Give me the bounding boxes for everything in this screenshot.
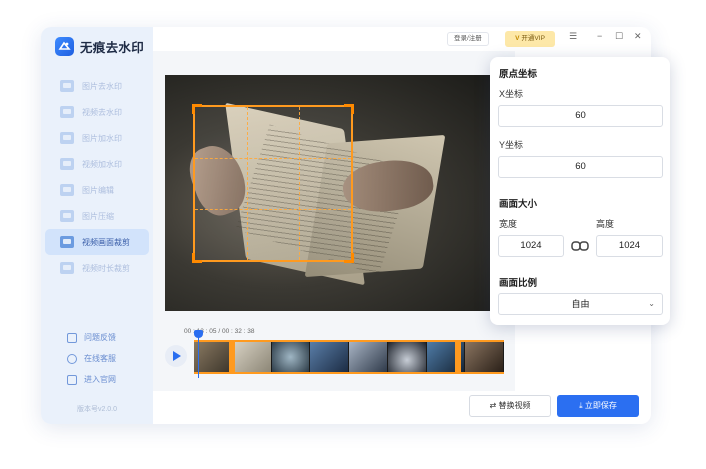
trim-handle-left[interactable] — [229, 340, 235, 374]
sidebar-item-video-remove-watermark[interactable]: 视频去水印 — [45, 99, 149, 125]
link-ratio-icon[interactable] — [571, 240, 589, 252]
version-text: 版本号v2.0.0 — [76, 406, 118, 413]
height-label: 高度 — [596, 219, 615, 229]
crop-properties-panel: 原点坐标 X坐标 60 Y坐标 60 画面大小 宽度 高度 1024 1024 … — [490, 57, 670, 325]
ratio-select[interactable]: 自由 ⌄ — [498, 293, 663, 315]
link-label: 在线客服 — [84, 354, 116, 363]
trim-handle-right[interactable] — [455, 340, 461, 374]
timeline-thumbnail — [387, 342, 427, 372]
sidebar-item-label: 图片去水印 — [82, 81, 122, 91]
sidebar: 无痕去水印 图片去水印 视频去水印 图片加水印 视频加水印 图片编辑 图片压缩 … — [41, 27, 153, 424]
y-input[interactable]: 60 — [498, 156, 663, 178]
close-icon[interactable]: ✕ — [634, 31, 642, 42]
sidebar-item-image-compress[interactable]: 图片压缩 — [45, 203, 149, 229]
crop-grid-line — [298, 107, 300, 260]
video-icon — [60, 106, 74, 118]
sidebar-item-label: 视频去水印 — [82, 107, 122, 117]
timeline-thumbnail — [232, 342, 272, 372]
sidebar-item-label: 视频时长裁剪 — [82, 263, 130, 273]
sidebar-item-label: 图片编辑 — [82, 185, 114, 195]
sidebar-nav: 图片去水印 视频去水印 图片加水印 视频加水印 图片编辑 图片压缩 视频画面裁剪… — [45, 73, 149, 281]
feedback-link[interactable]: 问题反馈 — [67, 327, 116, 348]
width-input[interactable]: 1024 — [498, 235, 564, 257]
chevron-down-icon: ⌄ — [648, 299, 655, 308]
x-label: X坐标 — [499, 89, 524, 99]
vip-button[interactable]: V 开通VIP — [505, 31, 555, 47]
crop-handle-bottom-right[interactable] — [344, 253, 354, 263]
sidebar-item-label: 视频画面裁剪 — [82, 237, 130, 247]
crop-grid-line — [195, 208, 351, 210]
vip-label: 开通VIP — [521, 35, 545, 42]
sidebar-item-video-trim[interactable]: 视频时长裁剪 — [45, 255, 149, 281]
timeline-thumbnail — [310, 342, 349, 372]
video-add-icon — [60, 158, 74, 170]
trim-icon — [60, 262, 74, 274]
sidebar-item-video-add-watermark[interactable]: 视频加水印 — [45, 151, 149, 177]
sidebar-item-label: 视频加水印 — [82, 159, 122, 169]
crop-grid-line — [246, 107, 248, 260]
vip-mark-icon: V — [515, 35, 520, 42]
image-icon — [60, 80, 74, 92]
app-logo-icon — [55, 37, 74, 56]
support-link[interactable]: 在线客服 — [67, 348, 116, 369]
origin-title: 原点坐标 — [499, 69, 538, 80]
save-now-button[interactable]: ⤓ 立即保存 — [557, 395, 639, 417]
sidebar-links: 问题反馈 在线客服 进入官网 — [67, 327, 116, 390]
replace-video-label: 替换视频 — [498, 401, 531, 410]
crop-grid-line — [195, 157, 351, 159]
playhead[interactable] — [194, 330, 203, 378]
link-label: 问题反馈 — [84, 333, 116, 342]
crop-icon — [60, 236, 74, 248]
crop-handle-top-left[interactable] — [192, 104, 202, 114]
top-bar: 登录/注册 V 开通VIP ☰ − ☐ ✕ — [153, 27, 651, 51]
y-label: Y坐标 — [499, 140, 524, 150]
crop-handle-top-right[interactable] — [344, 104, 354, 114]
sidebar-item-label: 图片压缩 — [82, 211, 114, 221]
login-button[interactable]: 登录/注册 — [447, 32, 489, 46]
sidebar-item-video-crop[interactable]: 视频画面裁剪 — [45, 229, 149, 255]
feedback-icon — [67, 332, 77, 343]
sidebar-item-image-add-watermark[interactable]: 图片加水印 — [45, 125, 149, 151]
play-button[interactable] — [165, 345, 187, 367]
time-separator: / — [218, 328, 221, 335]
image-edit-icon — [60, 184, 74, 196]
timeline-thumbnail — [349, 342, 388, 372]
maximize-icon[interactable]: ☐ — [615, 31, 623, 42]
website-link[interactable]: 进入官网 — [67, 369, 116, 390]
sidebar-item-image-edit[interactable]: 图片编辑 — [45, 177, 149, 203]
ratio-value: 自由 — [571, 299, 590, 309]
x-input[interactable]: 60 — [498, 105, 663, 127]
sidebar-item-label: 图片加水印 — [82, 133, 122, 143]
timeline-thumbnail — [194, 342, 233, 372]
sidebar-item-image-remove-watermark[interactable]: 图片去水印 — [45, 73, 149, 99]
support-icon — [67, 353, 77, 364]
app-name: 无痕去水印 — [80, 41, 145, 55]
timeline-thumbnail — [465, 342, 504, 372]
size-title: 画面大小 — [499, 199, 538, 210]
width-label: 宽度 — [499, 219, 518, 229]
link-label: 进入官网 — [84, 375, 116, 384]
height-input[interactable]: 1024 — [596, 235, 663, 257]
save-now-label: 立即保存 — [584, 401, 617, 410]
image-add-icon — [60, 132, 74, 144]
compress-icon — [60, 210, 74, 222]
crop-handle-bottom-left[interactable] — [192, 253, 202, 263]
minimize-icon[interactable]: − — [597, 31, 602, 41]
website-icon — [67, 374, 77, 385]
video-preview — [165, 75, 493, 311]
stage: 无痕去水印 图片去水印 视频去水印 图片加水印 视频加水印 图片编辑 图片压缩 … — [0, 0, 706, 469]
ratio-title: 画面比例 — [499, 278, 538, 289]
replace-video-button[interactable]: ⇄ 替换视频 — [469, 395, 551, 417]
brand: 无痕去水印 — [55, 37, 144, 56]
timeline-thumbnail — [271, 342, 311, 372]
menu-icon[interactable]: ☰ — [569, 31, 577, 42]
crop-box[interactable] — [192, 104, 354, 263]
total-time: 00 : 32 : 38 — [221, 328, 255, 335]
